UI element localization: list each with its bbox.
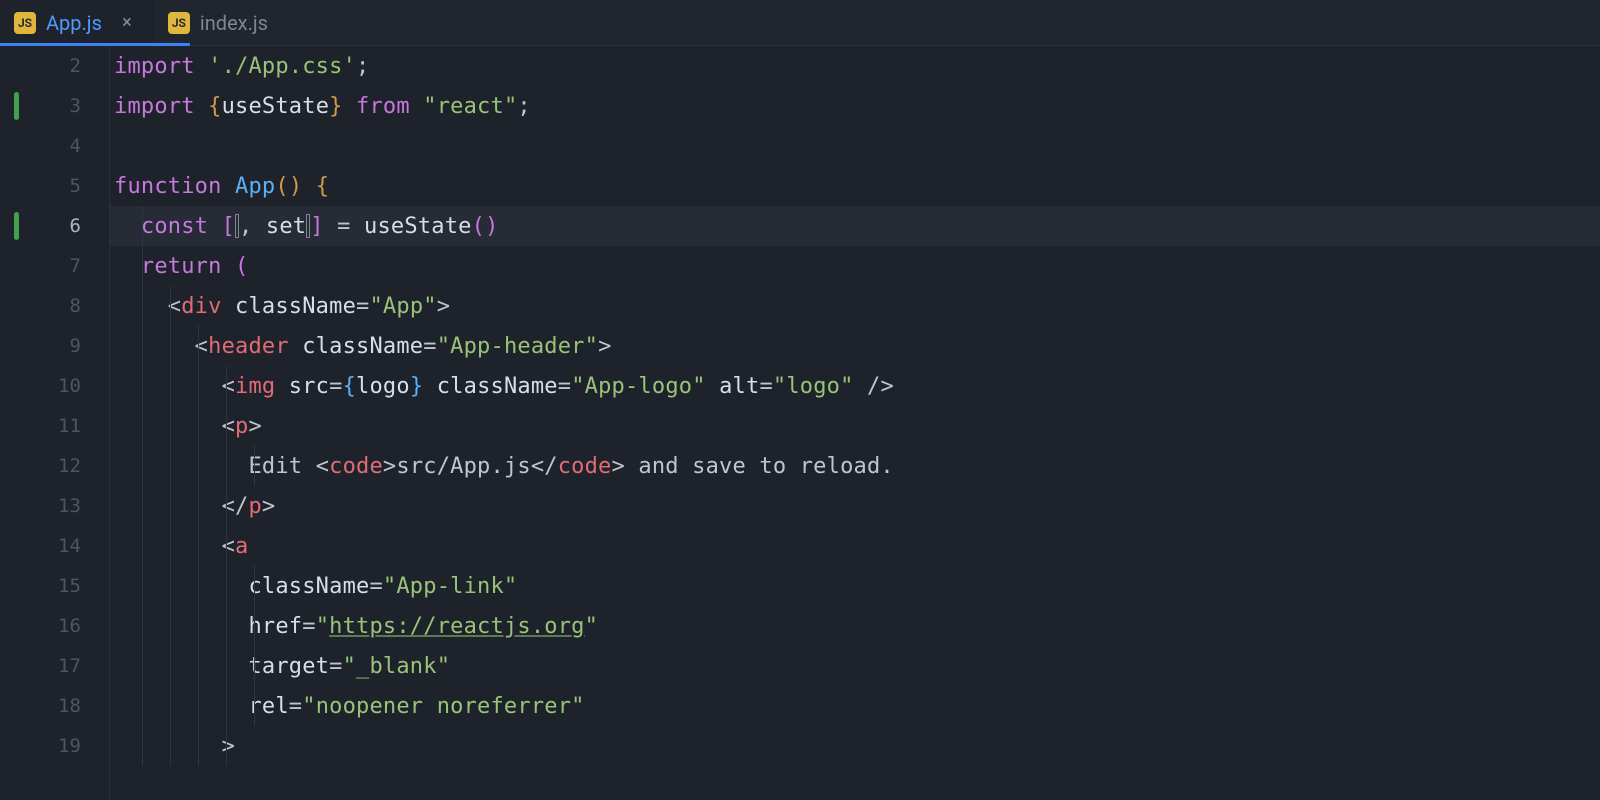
code-line[interactable]: <img src={logo} className="App-logo" alt… bbox=[110, 366, 1600, 406]
tab-label: index.js bbox=[200, 11, 268, 35]
line-number: 8 bbox=[0, 286, 109, 326]
line-number: 6 bbox=[0, 206, 109, 246]
line-number: 5 bbox=[0, 166, 109, 206]
line-number: 18 bbox=[0, 686, 109, 726]
line-number: 3 bbox=[0, 86, 109, 126]
tab-index-js[interactable]: JS index.js bbox=[154, 0, 286, 45]
code-line[interactable]: return ( bbox=[110, 246, 1600, 286]
line-number: 11 bbox=[0, 406, 109, 446]
tab-label: App.js bbox=[46, 11, 102, 35]
code-line[interactable]: target="_blank" bbox=[110, 646, 1600, 686]
code-line[interactable]: className="App-link" bbox=[110, 566, 1600, 606]
code-line[interactable]: import {useState} from "react"; bbox=[110, 86, 1600, 126]
tab-app-js[interactable]: JS App.js × bbox=[0, 0, 154, 45]
code-line[interactable]: <header className="App-header"> bbox=[110, 326, 1600, 366]
code-line[interactable]: Edit <code>src/App.js</code> and save to… bbox=[110, 446, 1600, 486]
line-number: 2 bbox=[0, 46, 109, 86]
close-icon[interactable]: × bbox=[118, 14, 136, 32]
line-number: 14 bbox=[0, 526, 109, 566]
line-number: 13 bbox=[0, 486, 109, 526]
code-line[interactable]: import './App.css'; bbox=[110, 46, 1600, 86]
line-number: 15 bbox=[0, 566, 109, 606]
line-number: 16 bbox=[0, 606, 109, 646]
line-number: 9 bbox=[0, 326, 109, 366]
code-line[interactable] bbox=[110, 126, 1600, 166]
code-line[interactable]: function App() { bbox=[110, 166, 1600, 206]
line-number: 12 bbox=[0, 446, 109, 486]
code-line[interactable]: href="https://reactjs.org" bbox=[110, 606, 1600, 646]
code-line[interactable]: <div className="App"> bbox=[110, 286, 1600, 326]
code-editor[interactable]: 2345678910111213141516171819 import './A… bbox=[0, 46, 1600, 800]
code-line[interactable]: > bbox=[110, 726, 1600, 766]
line-number: 4 bbox=[0, 126, 109, 166]
tab-bar: JS App.js × JS index.js bbox=[0, 0, 1600, 46]
js-file-icon: JS bbox=[14, 12, 36, 34]
code-line[interactable]: const [, set] = useState() bbox=[110, 206, 1600, 246]
code-line[interactable]: </p> bbox=[110, 486, 1600, 526]
code-line[interactable]: <p> bbox=[110, 406, 1600, 446]
line-number: 7 bbox=[0, 246, 109, 286]
code-area[interactable]: import './App.css';import {useState} fro… bbox=[110, 46, 1600, 800]
line-number-gutter: 2345678910111213141516171819 bbox=[0, 46, 110, 800]
js-file-icon: JS bbox=[168, 12, 190, 34]
line-number: 19 bbox=[0, 726, 109, 766]
line-number: 17 bbox=[0, 646, 109, 686]
code-line[interactable]: <a bbox=[110, 526, 1600, 566]
line-number: 10 bbox=[0, 366, 109, 406]
code-line[interactable]: rel="noopener noreferrer" bbox=[110, 686, 1600, 726]
